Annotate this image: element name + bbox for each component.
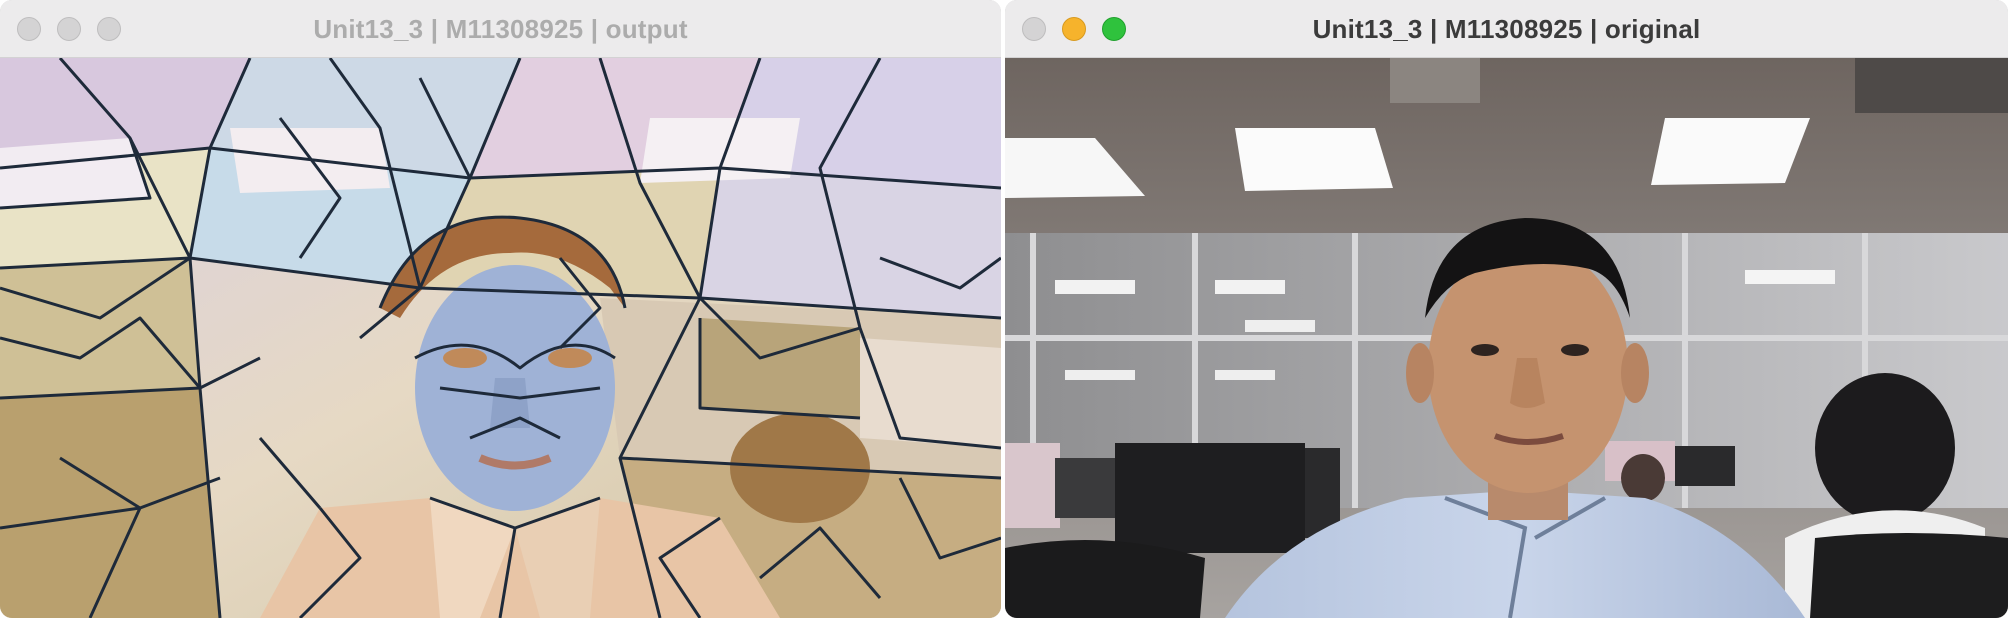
original-window[interactable]: Unit13_3 | M11308925 | original [1005,0,2008,618]
stained-glass-image [0,58,1001,618]
original-video-frame [1005,58,2008,618]
output-video-frame [0,58,1001,618]
output-titlebar[interactable]: Unit13_3 | M11308925 | output [0,0,1001,58]
output-window[interactable]: Unit13_3 | M11308925 | output [0,0,1001,618]
original-window-title: Unit13_3 | M11308925 | original [1312,14,1701,44]
webcam-image [1005,58,2008,618]
original-titlebar[interactable]: Unit13_3 | M11308925 | original [1005,0,2008,58]
output-window-title: Unit13_3 | M11308925 | output [313,14,688,44]
